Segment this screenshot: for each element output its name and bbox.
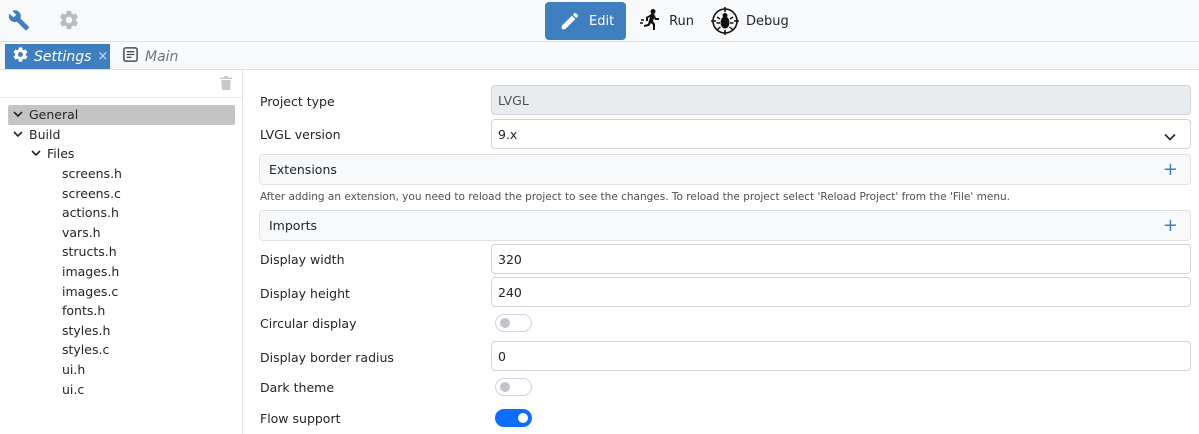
bug-icon [710,6,740,36]
chevron-down-icon[interactable] [12,128,24,140]
pencil-icon [557,8,583,34]
editor-tab-bar: Settings × Main [0,42,1199,70]
tree-item[interactable]: General [8,105,235,125]
toggle-knob [500,382,510,392]
tab-main-label: Main [145,48,179,65]
dark-theme-toggle[interactable] [495,378,532,396]
tree-item[interactable]: styles.h [0,321,243,341]
tree-item-label: structs.h [62,244,117,260]
tree-item-label: General [29,107,79,123]
tree-item[interactable]: images.h [0,262,243,282]
tree-item[interactable]: fonts.h [0,301,243,321]
debug-mode-button[interactable]: Debug [708,2,799,40]
tree-item-label: styles.h [62,322,111,338]
add-import-button[interactable]: + [1163,217,1178,235]
tree-item-label: vars.h [62,224,101,240]
tree-item-label: screens.c [62,185,121,201]
imports-label: Imports [269,218,317,233]
display-width-label: Display width [260,252,345,267]
tab-main[interactable]: Main [118,44,178,69]
tree-item[interactable]: styles.c [0,340,243,360]
chevron-down-icon[interactable] [12,109,24,121]
flow-support-toggle[interactable] [495,409,532,427]
lvgl-version-select[interactable]: 9.x [491,119,1191,149]
project-tree: General Build Files screens.h screens.c actio… [0,105,243,399]
flow-support-label: Flow support [260,411,341,426]
extensions-label: Extensions [269,162,337,177]
display-border-radius-label: Display border radius [260,350,394,365]
project-type-label: Project type [260,94,335,109]
add-extension-button[interactable]: + [1163,161,1178,179]
tree-item[interactable]: structs.h [0,242,243,262]
tree-item-label: fonts.h [62,303,106,319]
edit-mode-label: Edit [589,13,615,29]
display-width-value: 320 [498,251,522,267]
tree-item-label: screens.h [62,166,122,182]
gear-icon[interactable] [57,8,81,32]
project-tree-panel: General Build Files screens.h screens.c actio… [0,70,243,434]
tree-item[interactable]: images.c [0,281,243,301]
circular-display-label: Circular display [260,316,357,331]
tree-item-label: actions.h [62,205,119,221]
tree-item-label: ui.c [62,381,85,397]
tab-settings[interactable]: Settings × [5,44,110,69]
debug-mode-label: Debug [746,13,789,29]
project-type-field: LVGL [491,85,1191,115]
tree-item-label: images.h [62,264,120,280]
project-type-value: LVGL [498,92,529,108]
tree-item-label: Build [29,126,61,142]
tab-settings-label: Settings [34,48,92,65]
display-width-input[interactable]: 320 [491,244,1191,274]
circular-display-toggle[interactable] [495,314,532,332]
trash-icon[interactable] [220,76,234,92]
edit-mode-button[interactable]: Edit [545,2,626,40]
tree-item[interactable]: Build [0,125,243,145]
wrench-icon[interactable] [7,8,31,32]
close-icon[interactable]: × [97,49,108,64]
run-mode-button[interactable]: Run [630,2,704,40]
toggle-knob [518,413,528,423]
display-height-input[interactable]: 240 [491,277,1191,307]
tree-item[interactable]: ui.h [0,360,243,380]
dark-theme-label: Dark theme [260,380,335,395]
tree-item[interactable]: vars.h [0,223,243,243]
display-border-radius-value: 0 [498,348,506,364]
lvgl-version-label: LVGL version [260,127,341,142]
tree-item-label: ui.h [62,362,86,378]
document-icon [122,46,139,67]
main-toolbar: Edit Run Debug [0,0,1199,42]
imports-section: Imports + [259,210,1191,241]
tree-item[interactable]: actions.h [0,203,243,223]
tree-item-label: images.c [62,283,119,299]
tree-toolbar [0,70,242,98]
display-height-value: 240 [498,284,522,300]
tree-item[interactable]: screens.c [0,183,243,203]
toggle-knob [500,318,510,328]
extensions-section: Extensions + [259,154,1191,185]
chevron-down-icon [1164,129,1176,144]
display-height-label: Display height [260,286,350,301]
display-border-radius-input[interactable]: 0 [491,341,1191,371]
tree-item-label: styles.c [62,342,110,358]
mode-switcher: Edit Run Debug [545,0,803,42]
settings-panel: Project type LVGL LVGL version 9.x Exten… [244,70,1199,434]
tree-item[interactable]: Files [0,144,243,164]
tree-item-label: Files [47,146,75,162]
lvgl-version-value: 9.x [498,126,518,142]
chevron-down-icon[interactable] [30,148,42,160]
tree-item[interactable]: ui.c [0,379,243,399]
runner-icon [638,8,663,34]
extensions-note: After adding an extension, you need to r… [260,191,1010,203]
tree-item[interactable]: screens.h [0,164,243,184]
run-mode-label: Run [669,13,694,29]
gear-icon [12,46,29,67]
